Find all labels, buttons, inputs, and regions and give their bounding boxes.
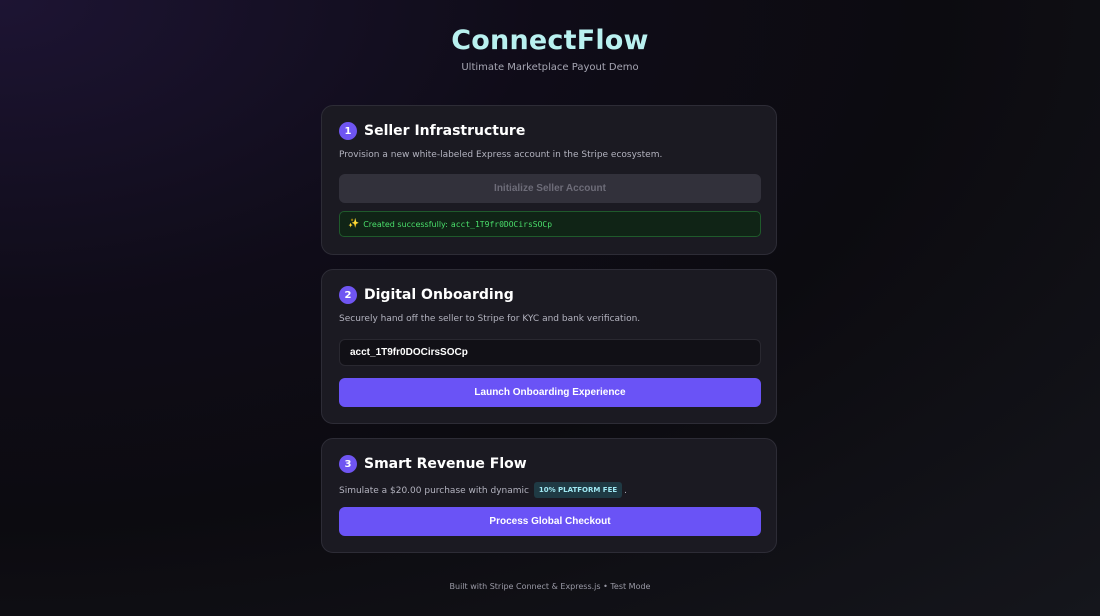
success-message: ✨ Created successfully: acct_1T9fr0DOCir… xyxy=(339,211,761,237)
footer: Built with Stripe Connect & Express.js •… xyxy=(449,582,651,591)
initialize-seller-account-button[interactable]: Initialize Seller Account xyxy=(339,174,761,203)
app-subtitle: Ultimate Marketplace Payout Demo xyxy=(461,62,639,73)
card-header: 2 Digital Onboarding xyxy=(339,286,514,304)
app-title: ConnectFlow xyxy=(451,25,649,56)
launch-onboarding-button[interactable]: Launch Onboarding Experience xyxy=(339,378,761,407)
card-description: Provision a new white-labeled Express ac… xyxy=(339,150,663,160)
digital-onboarding-card: 2 Digital Onboarding Securely hand off t… xyxy=(321,269,777,424)
sparkle-icon: ✨ xyxy=(348,219,360,229)
card-title: Smart Revenue Flow xyxy=(364,456,527,472)
smart-revenue-flow-card: 3 Smart Revenue Flow Simulate a $20.00 p… xyxy=(321,438,777,553)
card-title: Digital Onboarding xyxy=(364,287,514,303)
seller-infrastructure-card: 1 Seller Infrastructure Provision a new … xyxy=(321,105,777,255)
description-text: Simulate a $20.00 purchase with dynamic xyxy=(339,486,529,496)
card-description: Simulate a $20.00 purchase with dynamic … xyxy=(339,482,627,498)
step-number-badge: 1 xyxy=(339,122,357,140)
card-title: Seller Infrastructure xyxy=(364,123,526,139)
process-checkout-button[interactable]: Process Global Checkout xyxy=(339,507,761,536)
card-description: Securely hand off the seller to Stripe f… xyxy=(339,314,641,324)
header: ConnectFlow Ultimate Marketplace Payout … xyxy=(0,22,1100,75)
platform-fee-badge: 10% PLATFORM FEE xyxy=(533,482,623,498)
created-account-id: acct_1T9fr0DOCirsSOCp xyxy=(450,219,553,229)
card-header: 3 Smart Revenue Flow xyxy=(339,455,527,473)
account-id-input[interactable] xyxy=(339,339,761,366)
step-number-badge: 3 xyxy=(339,455,357,473)
description-suffix: . xyxy=(624,486,628,496)
success-prefix: Created successfully: xyxy=(363,219,448,229)
card-header: 1 Seller Infrastructure xyxy=(339,122,525,140)
step-number-badge: 2 xyxy=(339,286,357,304)
